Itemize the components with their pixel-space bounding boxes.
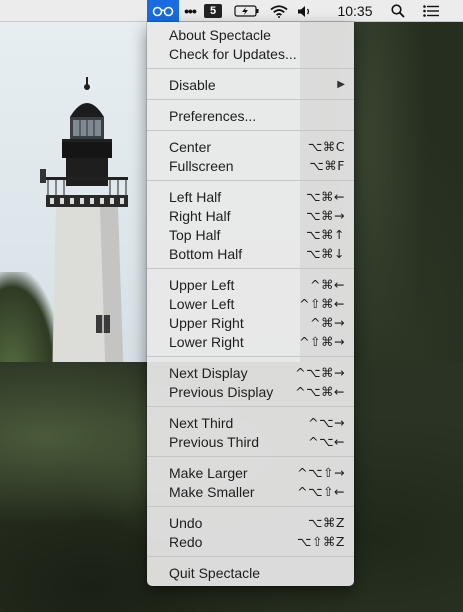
menu-item-left-half[interactable]: Left Half ⌥⌘← [147, 187, 354, 206]
menu-item-label: Disable [169, 76, 216, 93]
menu-item-shortcut: ⌥⌘← [306, 189, 345, 204]
menu-item-fullscreen[interactable]: Fullscreen ⌥⌘F [147, 156, 354, 175]
menu-item-label: Upper Right [169, 314, 244, 331]
menu-separator [147, 99, 354, 100]
menu-item-undo[interactable]: Undo ⌥⌘Z [147, 513, 354, 532]
lighthouse-image [40, 77, 128, 387]
menu-item-shortcut: ⌥⌘↑ [306, 227, 345, 242]
menu-item-make-smaller[interactable]: Make Smaller ^⌥⇧← [147, 482, 354, 501]
status-badge[interactable]: 5 [204, 4, 222, 18]
spectacle-menu-extra[interactable] [147, 0, 179, 22]
menu-separator [147, 356, 354, 357]
menu-bar: ••• 5 10:35 [0, 0, 463, 22]
menu-item-shortcut: ^⌘→ [310, 315, 345, 330]
menu-item-shortcut: ⌥⌘Z [308, 515, 345, 530]
menu-item-label: Bottom Half [169, 245, 243, 262]
menu-separator [147, 68, 354, 69]
menu-item-label: Preferences... [169, 107, 257, 124]
menu-item-label: Previous Third [169, 433, 260, 450]
menu-item-top-half[interactable]: Top Half ⌥⌘↑ [147, 225, 354, 244]
battery-charging-icon[interactable] [232, 0, 262, 22]
menubar-clock[interactable]: 10:35 [330, 0, 380, 22]
menu-item-disable[interactable]: Disable ▶ [147, 75, 354, 94]
menu-item-label: Next Third [169, 414, 234, 431]
menu-item-label: Redo [169, 533, 203, 550]
menu-item-label: Top Half [169, 226, 221, 243]
menu-item-upper-right[interactable]: Upper Right ^⌘→ [147, 313, 354, 332]
menu-item-shortcut: ^⌥→ [308, 415, 345, 430]
menu-item-label: Upper Left [169, 276, 235, 293]
menu-item-label: Make Larger [169, 464, 248, 481]
menu-item-about-spectacle[interactable]: About Spectacle [147, 25, 354, 44]
spectacle-glasses-icon [152, 6, 174, 17]
menu-item-shortcut: ⌥⌘↓ [306, 246, 345, 261]
menu-item-label: Make Smaller [169, 483, 255, 500]
menu-item-lower-left[interactable]: Lower Left ^⇧⌘← [147, 294, 354, 313]
ellipsis-icon[interactable]: ••• [180, 0, 200, 22]
menu-item-shortcut: ⌥⇧⌘Z [297, 534, 345, 549]
menu-item-upper-left[interactable]: Upper Left ^⌘← [147, 275, 354, 294]
spectacle-dropdown-menu: About Spectacle Check for Updates... Disab… [147, 22, 354, 586]
menu-item-preferences[interactable]: Preferences... [147, 106, 354, 125]
menu-item-label: Next Display [169, 364, 248, 381]
menu-item-center[interactable]: Center ⌥⌘C [147, 137, 354, 156]
menu-item-shortcut: ^⌥⌘→ [295, 365, 345, 380]
menu-item-next-third[interactable]: Next Third ^⌥→ [147, 413, 354, 432]
menu-item-check-for-updates[interactable]: Check for Updates... [147, 44, 354, 63]
menu-separator [147, 130, 354, 131]
menu-item-shortcut: ^⌥← [308, 434, 345, 449]
menu-item-make-larger[interactable]: Make Larger ^⌥⇧→ [147, 463, 354, 482]
menu-item-label: Quit Spectacle [169, 564, 261, 581]
menu-item-quit-spectacle[interactable]: Quit Spectacle [147, 563, 354, 582]
menu-item-shortcut: ^⇧⌘→ [299, 334, 345, 349]
menu-item-shortcut: ^⌥⇧→ [297, 465, 345, 480]
menu-item-shortcut: ⌥⌘F [309, 158, 345, 173]
menu-item-shortcut: ⌥⌘C [307, 139, 345, 154]
menu-item-label: About Spectacle [169, 26, 271, 43]
menu-item-label: Check for Updates... [169, 45, 297, 62]
menu-item-label: Previous Display [169, 383, 274, 400]
menu-separator [147, 506, 354, 507]
menu-separator [147, 406, 354, 407]
spotlight-search-icon[interactable] [388, 0, 408, 22]
menu-item-label: Fullscreen [169, 157, 234, 174]
menu-item-shortcut: ^⇧⌘← [299, 296, 345, 311]
menu-item-shortcut: ^⌥⌘← [295, 384, 345, 399]
menu-item-lower-right[interactable]: Lower Right ^⇧⌘→ [147, 332, 354, 351]
menu-item-label: Left Half [169, 188, 222, 205]
menu-item-bottom-half[interactable]: Bottom Half ⌥⌘↓ [147, 244, 354, 263]
notification-center-icon[interactable] [420, 0, 442, 22]
menu-item-next-display[interactable]: Next Display ^⌥⌘→ [147, 363, 354, 382]
menu-separator [147, 268, 354, 269]
volume-icon[interactable] [294, 0, 316, 22]
menu-item-shortcut: ^⌥⇧← [297, 484, 345, 499]
menu-item-label: Center [169, 138, 212, 155]
menu-item-right-half[interactable]: Right Half ⌥⌘→ [147, 206, 354, 225]
menu-separator [147, 456, 354, 457]
menu-item-label: Right Half [169, 207, 231, 224]
menu-item-shortcut: ⌥⌘→ [306, 208, 345, 223]
menu-separator [147, 180, 354, 181]
menu-item-previous-display[interactable]: Previous Display ^⌥⌘← [147, 382, 354, 401]
menu-item-label: Lower Right [169, 333, 244, 350]
menu-item-label: Undo [169, 514, 203, 531]
menu-item-redo[interactable]: Redo ⌥⇧⌘Z [147, 532, 354, 551]
chevron-right-icon: ▶ [337, 79, 345, 90]
wifi-icon[interactable] [268, 0, 290, 22]
menu-separator [147, 556, 354, 557]
menu-item-shortcut: ^⌘← [310, 277, 345, 292]
menu-item-label: Lower Left [169, 295, 235, 312]
menu-item-previous-third[interactable]: Previous Third ^⌥← [147, 432, 354, 451]
